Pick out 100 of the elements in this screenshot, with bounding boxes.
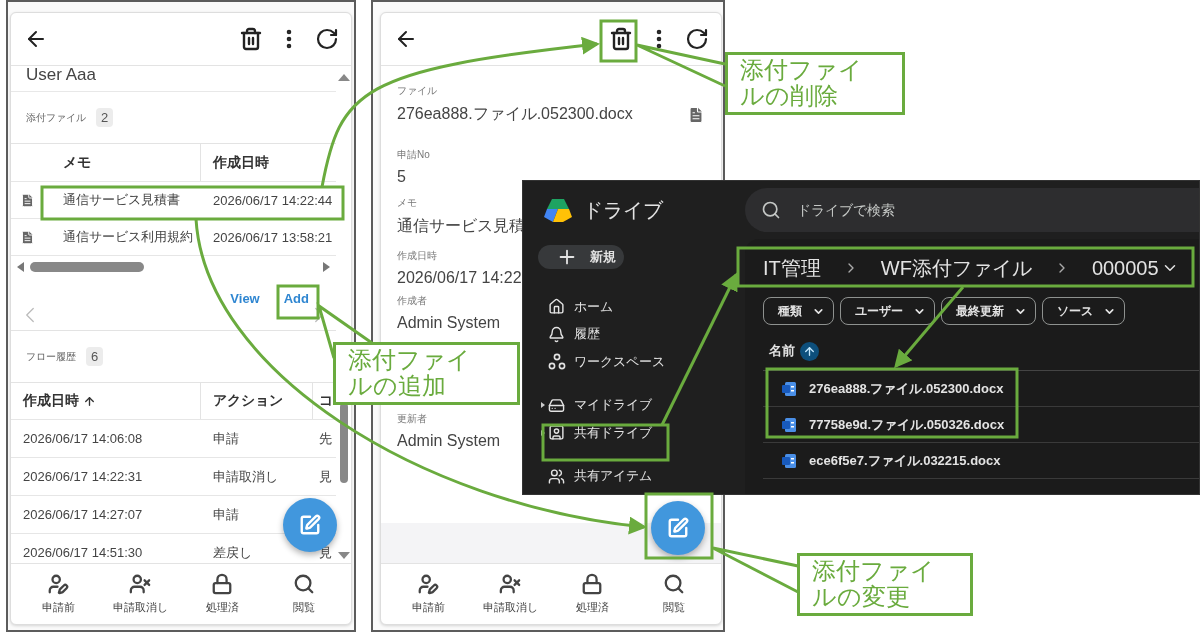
column-header: 作成日時	[11, 383, 201, 419]
circles-icon	[548, 352, 566, 371]
nav-tab[interactable]: 申請取消し	[99, 564, 181, 624]
trash-icon[interactable]	[609, 27, 633, 51]
section-label: フロー履歴	[26, 349, 76, 364]
field-value: 5	[397, 168, 406, 186]
count-badge: 6	[86, 347, 104, 366]
file-name[interactable]: 77758e9d.ファイル.050326.docx	[809, 415, 1005, 434]
column-header: 作成日時	[211, 152, 270, 172]
scroll-arrow-icon[interactable]	[338, 74, 350, 81]
user-square-icon	[548, 424, 565, 442]
nav-tab[interactable]: 処理済	[181, 564, 263, 624]
sort-up-icon	[803, 344, 816, 358]
breadcrumb-item[interactable]: 000005	[1091, 256, 1179, 280]
nav-tab[interactable]: 申請前	[387, 564, 469, 624]
table-cell-text: 2026/06/17 14:06:08	[22, 431, 144, 446]
nav-item[interactable]: 履歴	[574, 325, 600, 344]
table-cell-text: 見	[318, 467, 333, 486]
filter-chip[interactable]: ソース	[1042, 297, 1125, 325]
table-cell-text: 2026/06/17 14:22:44	[212, 192, 334, 208]
column-header[interactable]: 名前	[769, 342, 795, 360]
table-cell-text: 2026/06/17 14:27:07	[22, 507, 144, 522]
file-name[interactable]: 276ea888.ファイル.052300.docx	[809, 379, 1004, 398]
nav-tab[interactable]: 申請取消し	[469, 564, 551, 624]
filter-chip[interactable]: ユーザー	[840, 297, 935, 325]
nav-item[interactable]: 共有ドライブ	[574, 423, 652, 442]
table-cell-text: 申請取消し	[212, 467, 279, 486]
edit-icon	[667, 517, 689, 539]
trash-icon[interactable]	[239, 27, 263, 51]
table-cell-text: 先	[318, 429, 333, 448]
nav-tab[interactable]: 閲覧	[263, 564, 345, 624]
document-icon	[781, 452, 797, 469]
new-button[interactable]: 新規	[538, 245, 624, 269]
column-header: コ	[318, 391, 334, 410]
table-cell-text: 2026/06/17 14:51:30	[22, 545, 144, 560]
nav-item[interactable]: ホーム	[574, 297, 613, 316]
scrollbar-thumb[interactable]	[340, 403, 348, 483]
field-label: ファイル	[397, 84, 437, 98]
file-name[interactable]: ece6f5e7.ファイル.032215.docx	[809, 451, 1001, 470]
nav-item[interactable]: マイドライブ	[574, 396, 652, 415]
field-label: 更新者	[397, 412, 427, 426]
breadcrumb-item[interactable]: IT管理	[763, 254, 821, 282]
edit-icon	[299, 514, 321, 536]
user-name: User Aaa	[11, 66, 336, 92]
document-icon	[781, 380, 797, 397]
filter-chip[interactable]: 最終更新	[941, 297, 1036, 325]
edit-fab-button[interactable]	[651, 501, 705, 555]
column-header: アクション	[201, 383, 313, 419]
user-x-icon	[499, 573, 521, 595]
action-link[interactable]: View	[230, 291, 260, 306]
callout-text: 添付ファイルの変更	[812, 558, 936, 611]
expand-caret-icon[interactable]	[541, 402, 545, 409]
scrollbar-thumb[interactable]	[30, 261, 144, 272]
field-label: 作成者	[397, 294, 427, 308]
highlight-frame	[276, 284, 320, 320]
table-cell-text: 申請	[212, 429, 240, 448]
field-label: 作成日時	[397, 249, 437, 263]
people-icon	[548, 467, 565, 485]
table-cell-text: 通信サービス利用規約	[62, 228, 194, 246]
document-icon[interactable]	[687, 105, 705, 124]
field-value: Admin System	[397, 432, 501, 450]
user-pen-icon	[47, 573, 69, 595]
field-label: メモ	[397, 196, 417, 210]
table-cell-text: 2026/06/17 13:58:21	[212, 229, 334, 245]
search-field[interactable]: ドライブで検索	[795, 201, 980, 219]
refresh-icon[interactable]	[315, 27, 339, 51]
lock-icon	[581, 573, 603, 595]
highlight-frame	[644, 492, 714, 560]
app-name: ドライブ	[583, 197, 663, 223]
sort-button[interactable]	[800, 341, 819, 361]
bell-icon	[548, 325, 565, 343]
drive-logo	[543, 196, 573, 224]
lock-icon	[211, 573, 233, 595]
table-cell-text: 通信サービス見積書	[62, 191, 181, 209]
nav-item[interactable]: ワークスペース	[574, 352, 665, 371]
table-cell-text: 見	[318, 543, 333, 562]
action-link[interactable]: Add	[283, 291, 309, 306]
search-icon	[663, 573, 685, 595]
section-label: 添付ファイル	[26, 110, 86, 125]
table-cell-text: 差戻し	[212, 543, 253, 562]
callout-text: 添付ファイルの削除	[740, 57, 864, 110]
nav-tab[interactable]: 処理済	[551, 564, 633, 624]
nav-item[interactable]: 共有アイテム	[574, 467, 652, 486]
search-icon	[761, 200, 781, 220]
filter-chip[interactable]: 種類	[763, 297, 834, 325]
document-icon	[19, 192, 35, 208]
refresh-icon[interactable]	[685, 27, 709, 51]
scroll-arrow-icon[interactable]	[323, 261, 330, 272]
scroll-arrow-icon[interactable]	[17, 261, 24, 272]
field-value: 276ea888.ファイル.052300.docx	[397, 104, 633, 124]
drive-icon	[548, 396, 565, 414]
breadcrumb-item[interactable]: WF添付ファイル	[880, 254, 1032, 282]
field-label: 申請No	[397, 148, 430, 162]
home-icon	[548, 298, 565, 316]
nav-tab[interactable]: 申請前	[17, 564, 99, 624]
count-badge: 2	[96, 108, 114, 127]
scroll-arrow-icon[interactable]	[338, 552, 350, 559]
nav-tab[interactable]: 閲覧	[633, 564, 715, 624]
search-icon	[293, 573, 315, 595]
table-cell-text: 申請	[212, 505, 240, 524]
